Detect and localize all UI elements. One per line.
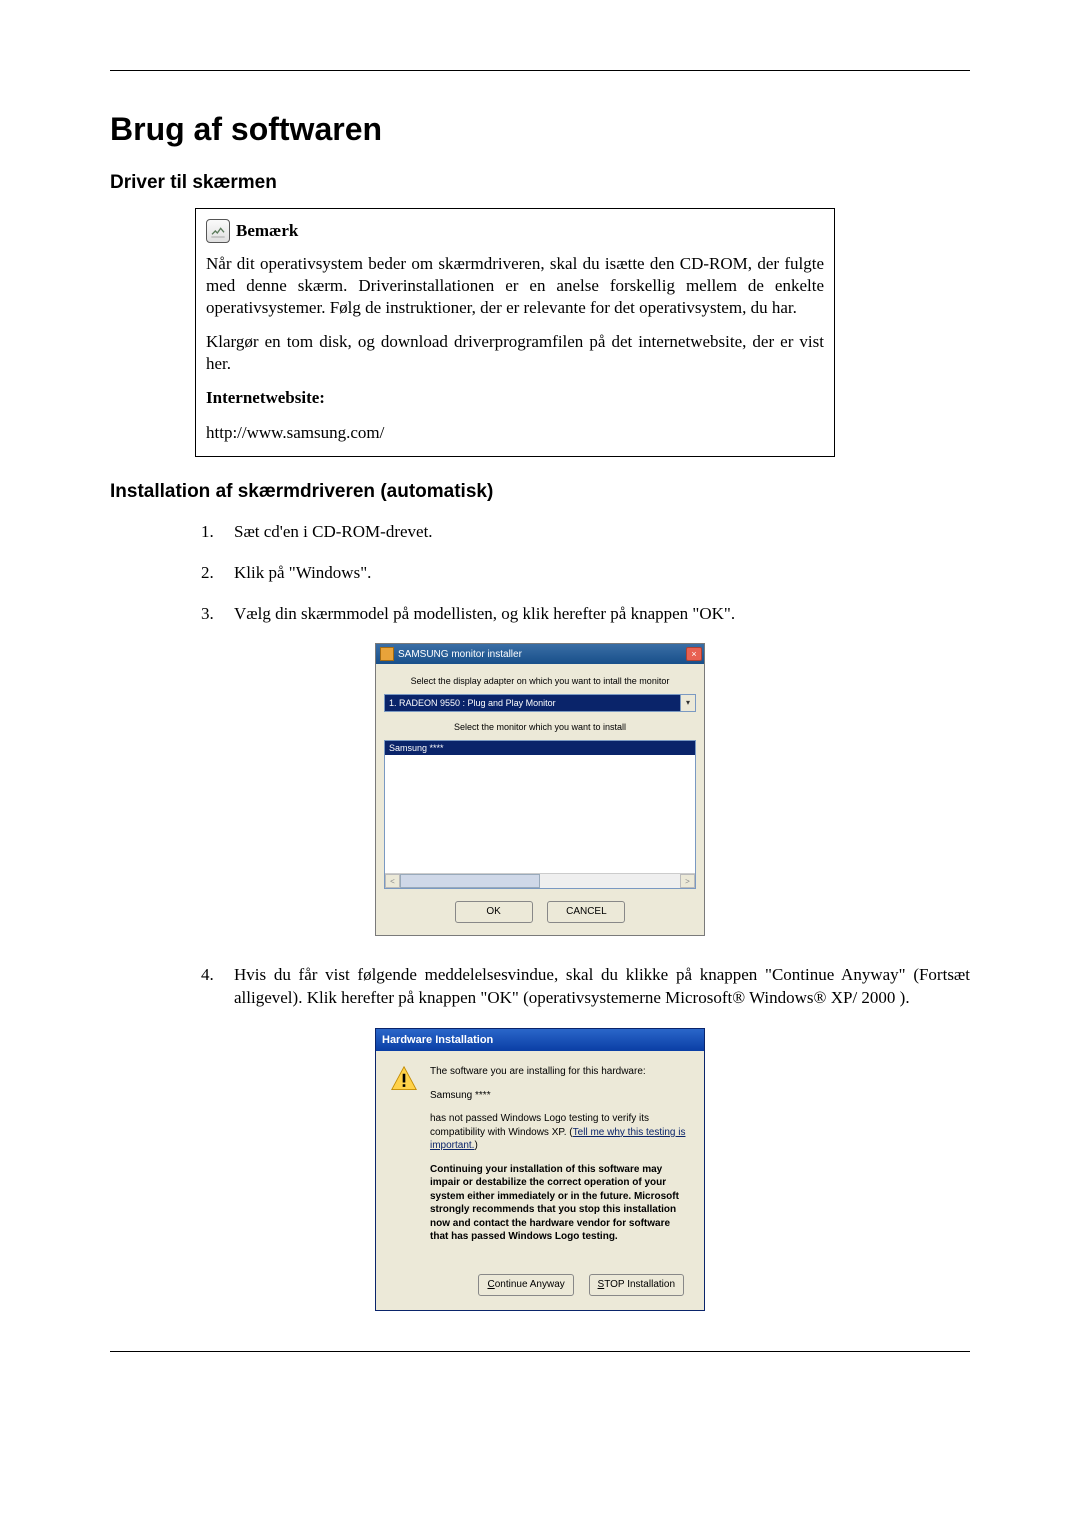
- scroll-left-icon[interactable]: <: [385, 874, 400, 888]
- installer-dialog: SAMSUNG monitor installer × Select the d…: [375, 643, 705, 936]
- hardware-line3: has not passed Windows Logo testing to v…: [430, 1112, 688, 1153]
- installer-adapter-value: 1. RADEON 9550 : Plug and Play Monitor: [385, 698, 680, 708]
- installer-title: SAMSUNG monitor installer: [398, 649, 522, 660]
- figure-installer-dialog: SAMSUNG monitor installer × Select the d…: [110, 643, 970, 936]
- installer-adapter-select[interactable]: 1. RADEON 9550 : Plug and Play Monitor ▾: [384, 694, 696, 712]
- warning-icon: [390, 1065, 418, 1093]
- installer-titlebar: SAMSUNG monitor installer ×: [376, 644, 704, 664]
- hardware-body: The software you are installing for this…: [376, 1051, 704, 1268]
- installer-body: Select the display adapter on which you …: [376, 664, 704, 935]
- website-label: Internetwebsite:: [206, 388, 325, 407]
- installer-list-selected[interactable]: Samsung ****: [385, 741, 695, 755]
- driver-heading: Driver til skærmen: [110, 172, 970, 194]
- note-para-2: Klargør en tom disk, og download driverp…: [206, 331, 824, 375]
- install-heading: Installation af skærmdriveren (automatis…: [110, 481, 970, 503]
- scroll-right-icon[interactable]: >: [680, 874, 695, 888]
- figure-hardware-dialog: Hardware Installation The software you a…: [110, 1028, 970, 1311]
- installer-label-1: Select the display adapter on which you …: [384, 676, 696, 686]
- hardware-dialog: Hardware Installation The software you a…: [375, 1028, 705, 1311]
- step-4: Hvis du får vist følgende meddelelsesvin…: [218, 964, 970, 1010]
- hardware-title: Hardware Installation: [382, 1034, 493, 1046]
- page-title: Brug af softwaren: [110, 111, 970, 148]
- installer-list-body: [385, 755, 695, 873]
- installer-app-icon: [380, 647, 394, 661]
- installer-label-2: Select the monitor which you want to ins…: [384, 722, 696, 732]
- note-icon: [206, 219, 230, 243]
- chevron-down-icon[interactable]: ▾: [680, 695, 695, 711]
- website-url: http://www.samsung.com/: [206, 422, 824, 444]
- close-icon[interactable]: ×: [686, 647, 702, 661]
- cancel-button[interactable]: CANCEL: [547, 901, 625, 923]
- step-1: Sæt cd'en i CD-ROM-drevet.: [218, 521, 970, 544]
- top-rule: [110, 70, 970, 71]
- stop-installation-button[interactable]: STOP Installation: [589, 1274, 684, 1296]
- ok-button[interactable]: OK: [455, 901, 533, 923]
- hardware-titlebar: Hardware Installation: [376, 1029, 704, 1051]
- install-steps-cont: Hvis du får vist følgende meddelelsesvin…: [218, 964, 970, 1010]
- install-steps: Sæt cd'en i CD-ROM-drevet. Klik på "Wind…: [218, 521, 970, 626]
- step-3: Vælg din skærmmodel på modellisten, og k…: [218, 603, 970, 626]
- scroll-thumb[interactable]: [400, 874, 540, 888]
- continue-anyway-button[interactable]: Continue Anyway: [478, 1274, 573, 1296]
- note-para-1: Når dit operativsystem beder om skærmdri…: [206, 253, 824, 319]
- hardware-buttons: Continue Anyway STOP Installation: [376, 1268, 704, 1310]
- bottom-rule: [110, 1351, 970, 1352]
- hardware-text: The software you are installing for this…: [430, 1065, 688, 1254]
- installer-horizontal-scrollbar[interactable]: < >: [385, 873, 695, 888]
- note-box: Bemærk Når dit operativsystem beder om s…: [195, 208, 835, 457]
- installer-buttons: OK CANCEL: [384, 901, 696, 923]
- note-header: Bemærk: [206, 219, 824, 243]
- hardware-bold: Continuing your installation of this sof…: [430, 1163, 688, 1244]
- hardware-line1: The software you are installing for this…: [430, 1065, 688, 1079]
- scroll-track[interactable]: [400, 874, 680, 888]
- hardware-line2: Samsung ****: [430, 1089, 688, 1103]
- installer-monitor-list[interactable]: Samsung **** < >: [384, 740, 696, 889]
- step-2: Klik på "Windows".: [218, 562, 970, 585]
- note-title: Bemærk: [236, 221, 298, 241]
